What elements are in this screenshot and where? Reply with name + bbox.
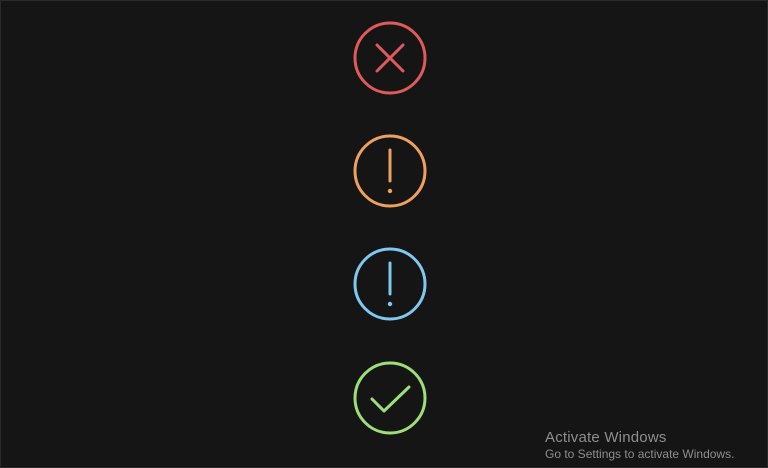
activate-windows-watermark: Activate Windows Go to Settings to activ… — [545, 429, 734, 462]
error-icon — [353, 21, 427, 95]
info-icon — [353, 247, 427, 321]
watermark-title: Activate Windows — [545, 429, 667, 446]
dialog-window: Activate Windows Go to Settings to activ… — [0, 0, 768, 468]
status-icon-column — [1, 1, 767, 467]
success-icon — [353, 361, 427, 435]
warning-icon — [353, 134, 427, 208]
watermark-subtitle: Go to Settings to activate Windows. — [545, 447, 735, 462]
